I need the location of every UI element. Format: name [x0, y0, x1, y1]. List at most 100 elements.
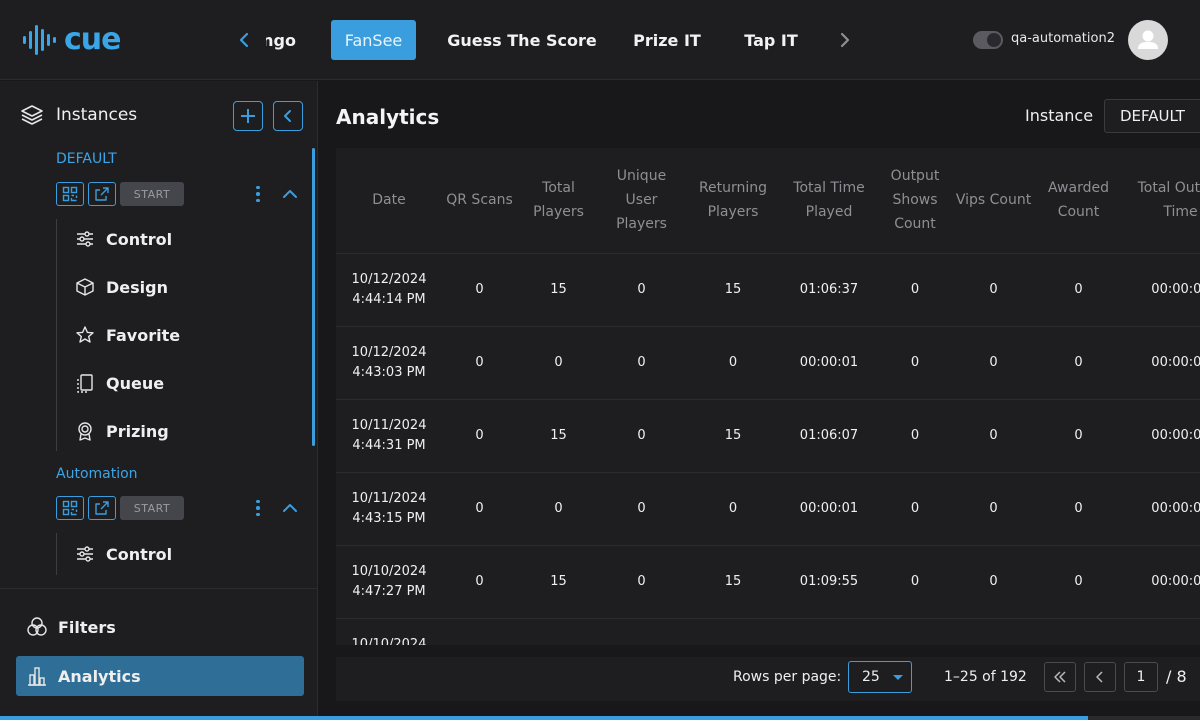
cell-total-output-time: [1125, 618, 1200, 645]
sidebar-item-prizing[interactable]: Prizing: [74, 416, 169, 446]
cell-unique-user-players: 0: [600, 326, 683, 400]
nav-next-arrow[interactable]: [833, 27, 857, 53]
chevron-left-icon: [284, 110, 291, 122]
column-header-date[interactable]: Date: [336, 148, 442, 254]
sidebar-item-queue[interactable]: Queue: [74, 368, 164, 398]
column-header-total-time-played[interactable]: Total Time Played: [783, 148, 875, 254]
sidebar-item-label: Analytics: [58, 666, 141, 686]
sidebar-scrollbar[interactable]: [312, 148, 315, 446]
cell-total-time-played: [783, 618, 875, 645]
nav-tab-fansee[interactable]: FanSee: [331, 20, 416, 60]
first-page-button[interactable]: [1044, 662, 1076, 692]
nav-tab-tap-it[interactable]: Tap IT: [740, 20, 802, 60]
column-header-qr-scans[interactable]: QR Scans: [442, 148, 517, 254]
nav-tab-label: Guess The Score: [447, 30, 597, 50]
nav-tab-bingo[interactable]: ngo: [266, 20, 296, 60]
table-row[interactable]: 10/11/2024 4:43:15 PM 0 0 0 0 00:00:01 0 …: [336, 472, 1200, 546]
qr-code-button[interactable]: [56, 496, 84, 520]
open-external-button[interactable]: [88, 496, 116, 520]
cell-unique-user-players: 0: [600, 253, 683, 327]
audio-wave-icon: [23, 24, 56, 55]
more-options-icon[interactable]: [252, 496, 264, 520]
logo[interactable]: cue: [22, 22, 121, 57]
cube-icon: [74, 276, 96, 298]
cell-total-output-time: 00:00:00: [1125, 399, 1200, 473]
table-row[interactable]: 10/11/2024 4:44:31 PM 0 15 0 15 01:06:07 …: [336, 399, 1200, 473]
cell-total-players: 15: [517, 253, 600, 327]
time-text: 4:43:15 PM: [352, 510, 426, 526]
qr-code-icon: [62, 186, 78, 202]
cell-qr-scans: 0: [442, 326, 517, 400]
sidebar-item-label: Filters: [58, 617, 116, 637]
cell-unique-user-players: 0: [600, 399, 683, 473]
analytics-table: Date QR Scans Total Players Unique User …: [336, 148, 1200, 645]
instances-title: Instances: [56, 105, 138, 125]
more-options-icon[interactable]: [252, 182, 264, 206]
chevron-left-icon: [1096, 671, 1103, 683]
cell-date: 10/10/2024: [336, 618, 442, 645]
nav-tab-prize-it[interactable]: Prize IT: [632, 20, 702, 60]
logo-text: cue: [64, 22, 121, 57]
cell-date: 10/12/2024 4:44:14 PM: [336, 253, 442, 327]
cell-total-time-played: 00:00:01: [783, 472, 875, 546]
instance-name-default[interactable]: DEFAULT: [56, 151, 117, 167]
rows-per-page-select[interactable]: 25: [848, 661, 912, 693]
cell-total-output-time: 00:00:00: [1125, 253, 1200, 327]
table-row[interactable]: 10/10/2024 4:47:27 PM 0 15 0 15 01:09:55 …: [336, 545, 1200, 619]
collapse-instance-button[interactable]: [280, 496, 300, 520]
sidebar-item-control[interactable]: Control: [74, 539, 172, 569]
sidebar-item-label: Control: [106, 544, 173, 564]
sliders-icon: [74, 543, 96, 565]
cell-qr-scans: 0: [442, 253, 517, 327]
date-text: 10/12/2024: [351, 344, 427, 360]
date-text: 10/10/2024: [351, 563, 427, 579]
collapse-sidebar-button[interactable]: [273, 101, 303, 131]
sidebar-item-filters[interactable]: Filters: [16, 607, 304, 647]
column-header-total-players[interactable]: Total Players: [517, 148, 600, 254]
start-button[interactable]: START: [120, 182, 184, 206]
cell-date: 10/11/2024 4:43:15 PM: [336, 472, 442, 546]
column-header-returning-players[interactable]: Returning Players: [683, 148, 783, 254]
column-header-unique-user-players[interactable]: Unique User Players: [600, 148, 683, 254]
main-content: Analytics Instance DEFAULT Date QR Scans…: [319, 81, 1200, 720]
rows-per-page-value: 25: [862, 669, 880, 685]
add-instance-button[interactable]: [233, 101, 263, 131]
date-text: 10/11/2024: [351, 417, 427, 433]
prev-page-button[interactable]: [1084, 662, 1116, 692]
avatar[interactable]: [1128, 20, 1168, 60]
nav-tab-label: Tap IT: [744, 30, 798, 50]
cell-output-shows-count: 0: [875, 399, 955, 473]
cell-date: 10/10/2024 4:47:27 PM: [336, 545, 442, 619]
column-header-awarded-count[interactable]: Awarded Count: [1032, 148, 1125, 254]
nav-tab-guess-the-score[interactable]: Guess The Score: [447, 20, 597, 60]
cell-date: 10/12/2024 4:43:03 PM: [336, 326, 442, 400]
table-row[interactable]: 10/10/2024: [336, 618, 1200, 645]
username: qa-automation2: [1011, 31, 1115, 46]
column-header-total-output-time[interactable]: Total Output Time: [1125, 148, 1200, 254]
sidebar-item-analytics[interactable]: Analytics: [16, 656, 304, 696]
date-text: 10/11/2024: [351, 490, 427, 506]
nav-prev-arrow[interactable]: [232, 27, 256, 53]
collapse-instance-button[interactable]: [280, 182, 300, 206]
open-external-button[interactable]: [88, 182, 116, 206]
instance-select[interactable]: DEFAULT: [1104, 99, 1200, 133]
cell-unique-user-players: [600, 618, 683, 645]
cell-returning-players: 15: [683, 399, 783, 473]
sidebar-item-control[interactable]: Control: [74, 224, 172, 254]
column-header-output-shows-count[interactable]: Output Shows Count: [875, 148, 955, 254]
qr-code-button[interactable]: [56, 182, 84, 206]
sidebar-item-favorite[interactable]: Favorite: [74, 320, 180, 350]
sidebar-item-design[interactable]: Design: [74, 272, 168, 302]
sidebar-item-label: Control: [106, 229, 173, 249]
pagination: Rows per page: 25 1–25 of 192 1 / 8: [336, 657, 1200, 701]
filters-icon: [27, 617, 47, 636]
cell-total-output-time: 00:00:00: [1125, 472, 1200, 546]
table-row[interactable]: 10/12/2024 4:44:14 PM 0 15 0 15 01:06:37 …: [336, 253, 1200, 327]
table-row[interactable]: 10/12/2024 4:43:03 PM 0 0 0 0 00:00:01 0 …: [336, 326, 1200, 400]
instance-name-automation[interactable]: Automation: [56, 466, 138, 482]
column-header-vips-count[interactable]: Vips Count: [955, 148, 1032, 254]
cell-output-shows-count: 0: [875, 253, 955, 327]
page-number-input[interactable]: 1: [1124, 662, 1158, 692]
theme-toggle[interactable]: [973, 31, 1003, 49]
start-button[interactable]: START: [120, 496, 184, 520]
